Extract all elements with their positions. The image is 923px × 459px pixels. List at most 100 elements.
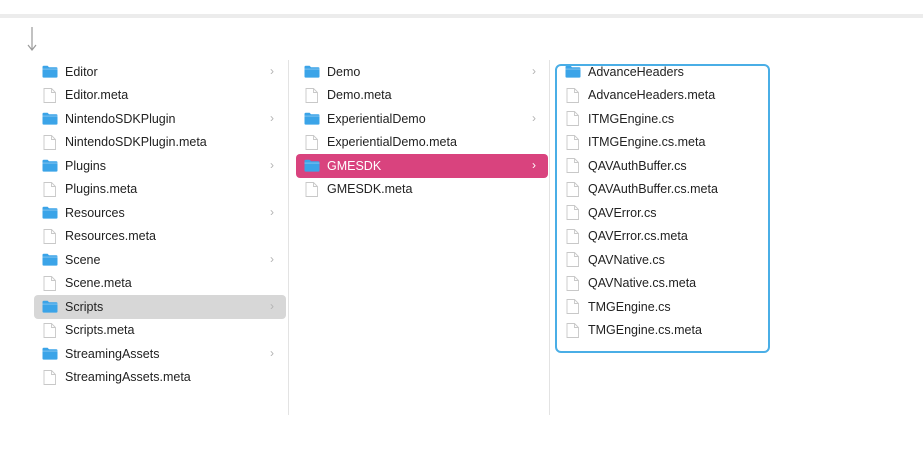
document-icon: [43, 181, 56, 197]
list-item-gmesdk[interactable]: GMESDK ›: [296, 154, 548, 178]
chevron-right-icon: ›: [270, 346, 274, 360]
finder-window: Editor › Editor.meta NintendoSDKPlugin › Nint…: [0, 0, 923, 459]
list-item-tmgengine-cs-meta[interactable]: TMGEngine.cs.meta: [557, 319, 772, 343]
list-item-resources[interactable]: Resources ›: [34, 201, 286, 225]
chevron-right-icon: ›: [270, 158, 274, 172]
column-divider[interactable]: [288, 60, 289, 415]
item-label: GMESDK: [327, 158, 382, 173]
list-item-streamingassets-meta[interactable]: StreamingAssets.meta: [34, 366, 286, 390]
item-label: QAVAuthBuffer.cs: [588, 158, 687, 173]
chevron-right-icon: ›: [270, 299, 274, 313]
list-item-qaverror-cs[interactable]: QAVError.cs: [557, 201, 772, 225]
item-label: AdvanceHeaders: [588, 64, 684, 79]
list-item-plugins-meta[interactable]: Plugins.meta: [34, 178, 286, 202]
document-icon: [43, 322, 56, 338]
item-label: Plugins: [65, 158, 106, 173]
list-item-qavnative-cs-meta[interactable]: QAVNative.cs.meta: [557, 272, 772, 296]
item-label: Scene: [65, 252, 101, 267]
item-label: Editor: [65, 64, 98, 79]
item-label: ITMGEngine.cs: [588, 111, 675, 126]
folder-icon: [42, 347, 58, 360]
list-item-resources-meta[interactable]: Resources.meta: [34, 225, 286, 249]
item-label: QAVNative.cs: [588, 252, 665, 267]
list-item-advanceheaders[interactable]: AdvanceHeaders: [557, 60, 772, 84]
folder-icon: [565, 65, 581, 78]
arrow-down-icon[interactable]: [25, 25, 39, 53]
list-item-demo[interactable]: Demo ›: [296, 60, 548, 84]
list-item-scripts-meta[interactable]: Scripts.meta: [34, 319, 286, 343]
column-assets: Editor › Editor.meta NintendoSDKPlugin › Nint…: [34, 60, 286, 415]
list-item-itmgengine-cs[interactable]: ITMGEngine.cs: [557, 107, 772, 131]
document-icon: [43, 275, 56, 291]
document-icon: [305, 181, 318, 197]
list-item-scripts[interactable]: Scripts ›: [34, 295, 286, 319]
list-item-nintendosdkplugin-meta[interactable]: NintendoSDKPlugin.meta: [34, 131, 286, 155]
item-label: Resources.meta: [65, 229, 157, 244]
item-label: Demo: [327, 64, 361, 79]
list-item-experientialdemo[interactable]: ExperientialDemo ›: [296, 107, 548, 131]
column-gmesdk: AdvanceHeaders AdvanceHeaders.meta ITMGEng…: [557, 60, 772, 415]
list-item-itmgengine-cs-meta[interactable]: ITMGEngine.cs.meta: [557, 131, 772, 155]
document-icon: [566, 252, 579, 268]
chevron-right-icon: ›: [270, 111, 274, 125]
item-label: ITMGEngine.cs.meta: [588, 135, 706, 150]
folder-icon: [42, 159, 58, 172]
list-item-qaverror-cs-meta[interactable]: QAVError.cs.meta: [557, 225, 772, 249]
item-label: TMGEngine.cs: [588, 299, 671, 314]
list-item-gmesdk-meta[interactable]: GMESDK.meta: [296, 178, 548, 202]
item-label: NintendoSDKPlugin: [65, 111, 176, 126]
folder-icon: [42, 206, 58, 219]
list-item-qavnative-cs[interactable]: QAVNative.cs: [557, 248, 772, 272]
column-scripts: Demo › Demo.meta ExperientialDemo › Experient…: [296, 60, 548, 415]
document-icon: [43, 134, 56, 150]
document-icon: [305, 87, 318, 103]
list-item-tmgengine-cs[interactable]: TMGEngine.cs: [557, 295, 772, 319]
item-label: QAVNative.cs.meta: [588, 276, 697, 291]
column-divider[interactable]: [549, 60, 550, 415]
document-icon: [566, 228, 579, 244]
folder-icon: [42, 253, 58, 266]
document-icon: [43, 369, 56, 385]
document-icon: [566, 87, 579, 103]
list-item-editor-meta[interactable]: Editor.meta: [34, 84, 286, 108]
document-icon: [566, 322, 579, 338]
item-label: Scripts: [65, 299, 104, 314]
list-item-qavauthbuffer-cs[interactable]: QAVAuthBuffer.cs: [557, 154, 772, 178]
folder-icon: [42, 65, 58, 78]
list-item-scene-meta[interactable]: Scene.meta: [34, 272, 286, 296]
chevron-right-icon: ›: [270, 205, 274, 219]
item-label: StreamingAssets: [65, 346, 160, 361]
folder-icon: [304, 159, 320, 172]
list-item-advanceheaders-meta[interactable]: AdvanceHeaders.meta: [557, 84, 772, 108]
item-label: NintendoSDKPlugin.meta: [65, 135, 207, 150]
item-label: Scripts.meta: [65, 323, 135, 338]
document-icon: [566, 181, 579, 197]
item-label: Resources: [65, 205, 125, 220]
list-item-demo-meta[interactable]: Demo.meta: [296, 84, 548, 108]
document-icon: [43, 87, 56, 103]
toolbar-divider: [0, 14, 923, 18]
list-item-editor[interactable]: Editor ›: [34, 60, 286, 84]
document-icon: [566, 299, 579, 315]
folder-icon: [42, 300, 58, 313]
item-label: QAVError.cs: [588, 205, 657, 220]
list-item-experientialdemo-meta[interactable]: ExperientialDemo.meta: [296, 131, 548, 155]
item-label: GMESDK.meta: [327, 182, 413, 197]
item-label: ExperientialDemo: [327, 111, 426, 126]
item-label: Editor.meta: [65, 88, 129, 103]
item-label: Plugins.meta: [65, 182, 138, 197]
folder-icon: [42, 112, 58, 125]
document-icon: [566, 275, 579, 291]
chevron-right-icon: ›: [532, 111, 536, 125]
list-item-nintendosdkplugin[interactable]: NintendoSDKPlugin ›: [34, 107, 286, 131]
item-label: TMGEngine.cs.meta: [588, 323, 702, 338]
list-item-streamingassets[interactable]: StreamingAssets ›: [34, 342, 286, 366]
item-label: AdvanceHeaders.meta: [588, 88, 716, 103]
list-item-plugins[interactable]: Plugins ›: [34, 154, 286, 178]
document-icon: [566, 111, 579, 127]
list-item-qavauthbuffer-cs-meta[interactable]: QAVAuthBuffer.cs.meta: [557, 178, 772, 202]
list-item-scene[interactable]: Scene ›: [34, 248, 286, 272]
item-label: QAVAuthBuffer.cs.meta: [588, 182, 718, 197]
folder-icon: [304, 112, 320, 125]
chevron-right-icon: ›: [270, 64, 274, 78]
